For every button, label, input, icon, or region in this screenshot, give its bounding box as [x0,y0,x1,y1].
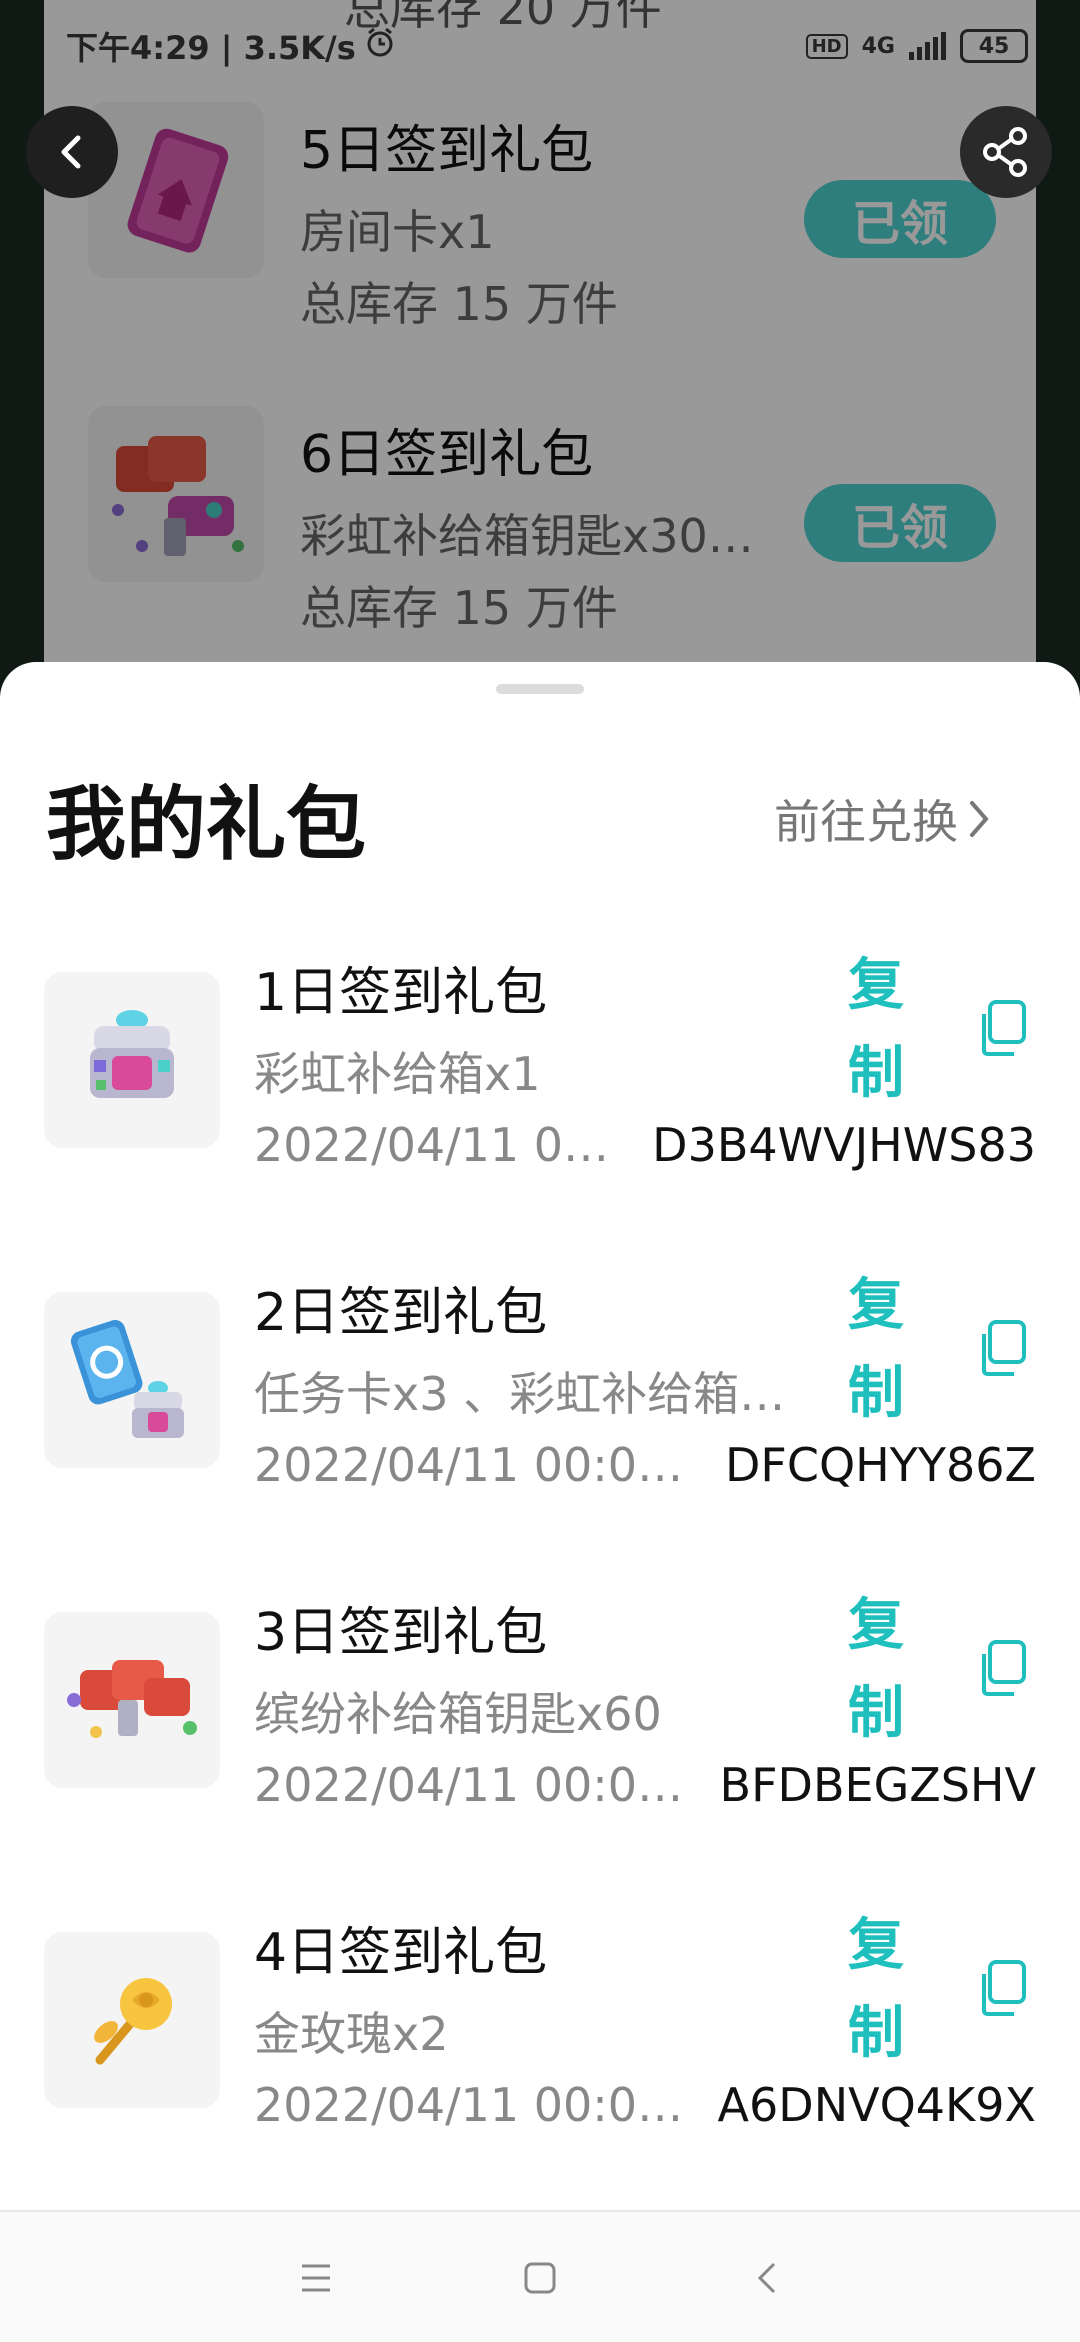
my-gifts-sheet: 我的礼包 前往兑换 1日签到礼包 彩虹补给箱x1 2022/04/11 00:…… [0,662,1080,2210]
dim-overlay[interactable] [0,0,1080,700]
gold-rose-icon [44,1932,220,2108]
home-icon[interactable] [510,2248,570,2308]
gift-code: BFDBEGZSHV [719,1758,1036,1812]
copy-icon[interactable] [976,1318,1030,1378]
gift-desc: 任务卡x3 、彩虹补给箱… [254,1367,786,1421]
alarm-icon [364,26,396,66]
share-icon [983,127,1027,177]
copy-icon[interactable] [976,1958,1030,2018]
gift-date: 2022/04/11 00:00 … [254,1758,704,1812]
sheet-drag-handle[interactable] [496,684,584,694]
copy-icon[interactable] [976,1638,1030,1698]
gift-title: 3日签到礼包 [254,1603,548,1663]
copy-label-bottom: 制 [848,1681,904,1746]
gift-desc: 彩虹补给箱x1 [254,1047,541,1101]
gift-list-item: 3日签到礼包 缤纷补给箱钥匙x60 2022/04/11 00:00 … BFD… [0,1582,1080,1862]
copy-label-bottom: 制 [848,1361,904,1426]
gift-code: A6DNVQ4K9X [717,2078,1036,2132]
gift-date: 2022/04/11 00:00 … [254,2078,704,2132]
gift-desc: 缤纷补给箱钥匙x60 [254,1687,662,1741]
copy-button[interactable]: 复 制 [846,1582,906,1758]
copy-label-top: 复 [848,1593,904,1658]
redeem-label: 前往兑换 [774,795,958,849]
chevron-left-icon [61,135,81,169]
sheet-title: 我的礼包 [46,778,366,871]
menu-icon[interactable] [286,2248,346,2308]
copy-label-top: 复 [848,1913,904,1978]
copy-button[interactable]: 复 制 [846,1902,906,2078]
status-bar: 下午4:29 | 3.5K/s HD 4G 45 [0,0,1080,92]
copy-label-bottom: 制 [848,2001,904,2066]
copy-button[interactable]: 复 制 [846,942,906,1118]
gift-title: 4日签到礼包 [254,1923,548,1983]
gift-date: 2022/04/11 00:00 … [254,1438,704,1492]
gift-desc: 金玫瑰x2 [254,2007,449,2061]
status-time: 下午4:29 | 3.5K/s [66,29,356,67]
signal-icon [909,32,946,60]
gift-code: DFCQHYY86Z [724,1438,1036,1492]
gift-date: 2022/04/11 00:… [254,1118,634,1172]
battery-icon: 45 [960,29,1028,63]
back-nav-icon[interactable] [738,2248,798,2308]
copy-button[interactable]: 复 制 [846,1262,906,1438]
copy-label-bottom: 制 [848,1041,904,1106]
gift-list-item: 4日签到礼包 金玫瑰x2 2022/04/11 00:00 … A6DNVQ4K… [0,1902,1080,2182]
gift-code: D3B4WVJHWS83 [652,1118,1036,1172]
gift-title: 1日签到礼包 [254,963,548,1023]
back-button[interactable] [26,106,118,198]
share-button[interactable] [960,106,1052,198]
colorful-keys-icon [44,1612,220,1788]
task-card-icon [44,1292,220,1468]
chevron-right-icon [970,801,989,837]
gift-title: 2日签到礼包 [254,1283,548,1343]
redeem-link[interactable]: 前往兑换 [774,786,998,852]
copy-label-top: 复 [848,953,904,1018]
gift-list-item: 2日签到礼包 任务卡x3 、彩虹补给箱… 2022/04/11 00:00 … … [0,1262,1080,1542]
network-type: 4G [861,33,895,59]
copy-label-top: 复 [848,1273,904,1338]
system-nav-bar [0,2210,1080,2342]
rainbow-chest-icon [44,972,220,1148]
hd-badge: HD [805,33,848,59]
copy-icon[interactable] [976,998,1030,1058]
gift-list-item: 1日签到礼包 彩虹补给箱x1 2022/04/11 00:… D3B4WVJHW… [0,942,1080,1222]
